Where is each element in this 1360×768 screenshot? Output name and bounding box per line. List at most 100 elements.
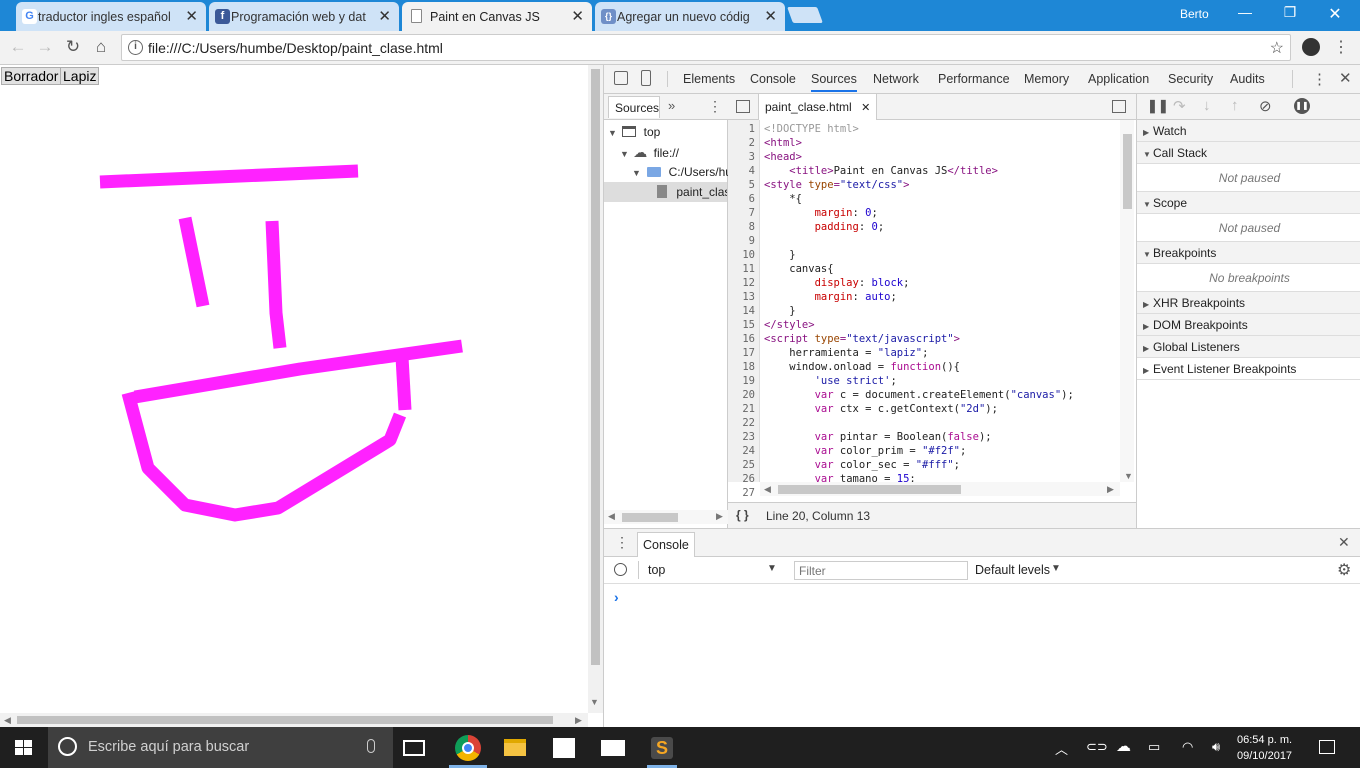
tab-audits[interactable]: Audits: [1230, 72, 1265, 86]
browser-tab-2[interactable]: f Programación web y dat ✕: [209, 2, 399, 31]
console-filter-input[interactable]: [794, 561, 968, 580]
paint-canvas[interactable]: [0, 65, 588, 713]
pane-watch[interactable]: ▶ Watch: [1137, 120, 1360, 142]
close-tab-icon[interactable]: ✕: [571, 7, 584, 25]
info-icon[interactable]: i: [128, 40, 143, 55]
task-view-icon[interactable]: [403, 740, 425, 756]
line-number[interactable]: 27: [742, 486, 755, 500]
close-file-icon[interactable]: ✕: [861, 102, 870, 114]
browser-tab-3[interactable]: Paint en Canvas JS ✕: [402, 2, 592, 31]
back-arrow-icon[interactable]: ←: [6, 37, 30, 57]
pause-icon[interactable]: ❚❚: [1147, 98, 1169, 114]
pause-on-exceptions-icon[interactable]: ❚❚: [1294, 98, 1310, 114]
device-toolbar-icon[interactable]: [641, 70, 651, 86]
notifications-icon[interactable]: [1319, 740, 1335, 754]
restore-icon[interactable]: ❐: [1270, 4, 1310, 21]
drawer-menu-icon[interactable]: ⋮: [615, 534, 629, 551]
editor-file-tab[interactable]: paint_clase.html ✕: [758, 94, 878, 120]
link-icon[interactable]: ⊂⊃: [1086, 739, 1108, 755]
console-settings-gear-icon[interactable]: ⚙: [1337, 560, 1351, 580]
editor-vertical-scroll-thumb[interactable]: [1123, 134, 1132, 209]
levels-dropdown-icon[interactable]: ▼: [1051, 563, 1061, 574]
browser-tab-1[interactable]: G traductor ingles español ✕: [16, 2, 206, 31]
context-dropdown-icon[interactable]: ▼: [767, 563, 777, 574]
tab-application[interactable]: Application: [1088, 72, 1149, 86]
tab-memory[interactable]: Memory: [1024, 72, 1069, 86]
battery-icon[interactable]: ▭: [1148, 739, 1160, 755]
sublime-text-icon[interactable]: S: [651, 737, 673, 759]
step-into-icon[interactable]: ↓: [1203, 97, 1211, 114]
volume-icon[interactable]: 🔊︎: [1212, 739, 1220, 755]
pane-scope[interactable]: ▼ Scope: [1137, 192, 1360, 214]
close-tab-icon[interactable]: ✕: [378, 7, 391, 25]
log-levels-selector[interactable]: Default levels: [975, 563, 1050, 577]
home-icon[interactable]: ⌂: [89, 37, 113, 57]
scroll-left-arrow-icon[interactable]: ◀: [4, 715, 11, 726]
deactivate-breakpoints-icon[interactable]: ⊘: [1259, 97, 1272, 115]
navigator-horizontal-scrollbar[interactable]: ◀ ▶: [604, 510, 728, 524]
tree-item-top[interactable]: ▼ top: [608, 122, 660, 142]
system-clock[interactable]: 06:54 p. m. 09/10/2017: [1237, 732, 1292, 764]
scroll-thumb[interactable]: [622, 513, 678, 522]
step-out-icon[interactable]: ↑: [1231, 97, 1239, 114]
store-icon[interactable]: [553, 738, 575, 758]
close-drawer-icon[interactable]: ✕: [1338, 534, 1350, 551]
scroll-left-arrow-icon[interactable]: ◀: [764, 484, 771, 495]
drawer-tab-console[interactable]: Console: [637, 532, 695, 557]
tab-console[interactable]: Console: [750, 72, 796, 86]
scroll-right-arrow-icon[interactable]: ▶: [716, 511, 723, 522]
scroll-right-arrow-icon[interactable]: ▶: [575, 715, 582, 726]
taskbar-search[interactable]: Escribe aquí para buscar: [48, 727, 393, 768]
reload-icon[interactable]: ↻: [61, 37, 85, 57]
navigator-tab-sources[interactable]: Sources: [608, 96, 660, 118]
page-horizontal-scroll-thumb[interactable]: [17, 716, 553, 724]
minimize-icon[interactable]: —: [1225, 4, 1265, 20]
close-tab-icon[interactable]: ✕: [764, 7, 777, 25]
microphone-icon[interactable]: [367, 739, 375, 753]
file-explorer-icon[interactable]: [504, 739, 526, 756]
scroll-right-arrow-icon[interactable]: ▶: [1107, 484, 1114, 495]
mail-icon[interactable]: [601, 740, 625, 756]
inspect-element-icon[interactable]: [614, 71, 628, 85]
tree-item-folder[interactable]: ▼ C:/Users/hu: [632, 162, 728, 182]
scroll-down-arrow-icon[interactable]: ▼: [1124, 471, 1133, 481]
close-window-icon[interactable]: ✕: [1315, 4, 1355, 24]
pane-breakpoints[interactable]: ▼ Breakpoints: [1137, 242, 1360, 264]
scroll-down-arrow-icon[interactable]: ▼: [590, 697, 599, 707]
navigator-menu-icon[interactable]: ⋮: [708, 98, 722, 115]
toggle-navigator-icon[interactable]: [736, 100, 750, 113]
show-hidden-icons-chevron-icon[interactable]: ︿: [1055, 739, 1068, 758]
console-prompt[interactable]: ›: [614, 589, 619, 605]
profile-name[interactable]: Berto: [1180, 7, 1209, 21]
devtools-menu-icon[interactable]: ⋮: [1312, 70, 1327, 88]
editor-horizontal-scroll-thumb[interactable]: [778, 485, 961, 494]
star-icon[interactable]: ☆: [1270, 38, 1284, 58]
tab-network[interactable]: Network: [873, 72, 919, 86]
address-bar[interactable]: i file:///C:/Users/humbe/Desktop/paint_c…: [121, 34, 1291, 61]
browser-menu-icon[interactable]: ⋮: [1333, 37, 1349, 57]
more-tabs-icon[interactable]: »: [668, 98, 675, 113]
chrome-taskbar-icon[interactable]: [455, 735, 481, 761]
clear-console-icon[interactable]: [614, 563, 627, 576]
forward-arrow-icon[interactable]: →: [33, 37, 57, 57]
url-text[interactable]: file:///C:/Users/humbe/Desktop/paint_cla…: [148, 40, 443, 56]
wifi-icon[interactable]: ◠: [1182, 739, 1193, 755]
toggle-debugger-icon[interactable]: [1112, 100, 1126, 113]
step-over-icon[interactable]: ↷: [1173, 97, 1186, 115]
pane-global-listeners[interactable]: ▶ Global Listeners: [1137, 336, 1360, 358]
pane-call-stack[interactable]: ▼ Call Stack: [1137, 142, 1360, 164]
tab-performance[interactable]: Performance: [938, 72, 1010, 86]
pretty-print-icon[interactable]: { }: [736, 508, 749, 522]
tab-sources[interactable]: Sources: [811, 72, 857, 92]
scroll-left-arrow-icon[interactable]: ◀: [608, 511, 615, 522]
tab-security[interactable]: Security: [1168, 72, 1213, 86]
tree-item-file[interactable]: ▼ ☁ file://: [620, 142, 679, 162]
tab-elements[interactable]: Elements: [683, 72, 735, 86]
tree-item-selected-file[interactable]: paint_clas: [604, 182, 727, 202]
browser-tab-4[interactable]: {} Agregar un nuevo códig ✕: [595, 2, 785, 31]
pane-event-listener-breakpoints[interactable]: ▶ Event Listener Breakpoints: [1137, 358, 1360, 380]
context-selector[interactable]: top: [648, 563, 665, 577]
pane-dom-breakpoints[interactable]: ▶ DOM Breakpoints: [1137, 314, 1360, 336]
close-tab-icon[interactable]: ✕: [185, 7, 198, 25]
code-area[interactable]: <!DOCTYPE html> <html> <head> <title>Pai…: [728, 120, 1120, 482]
